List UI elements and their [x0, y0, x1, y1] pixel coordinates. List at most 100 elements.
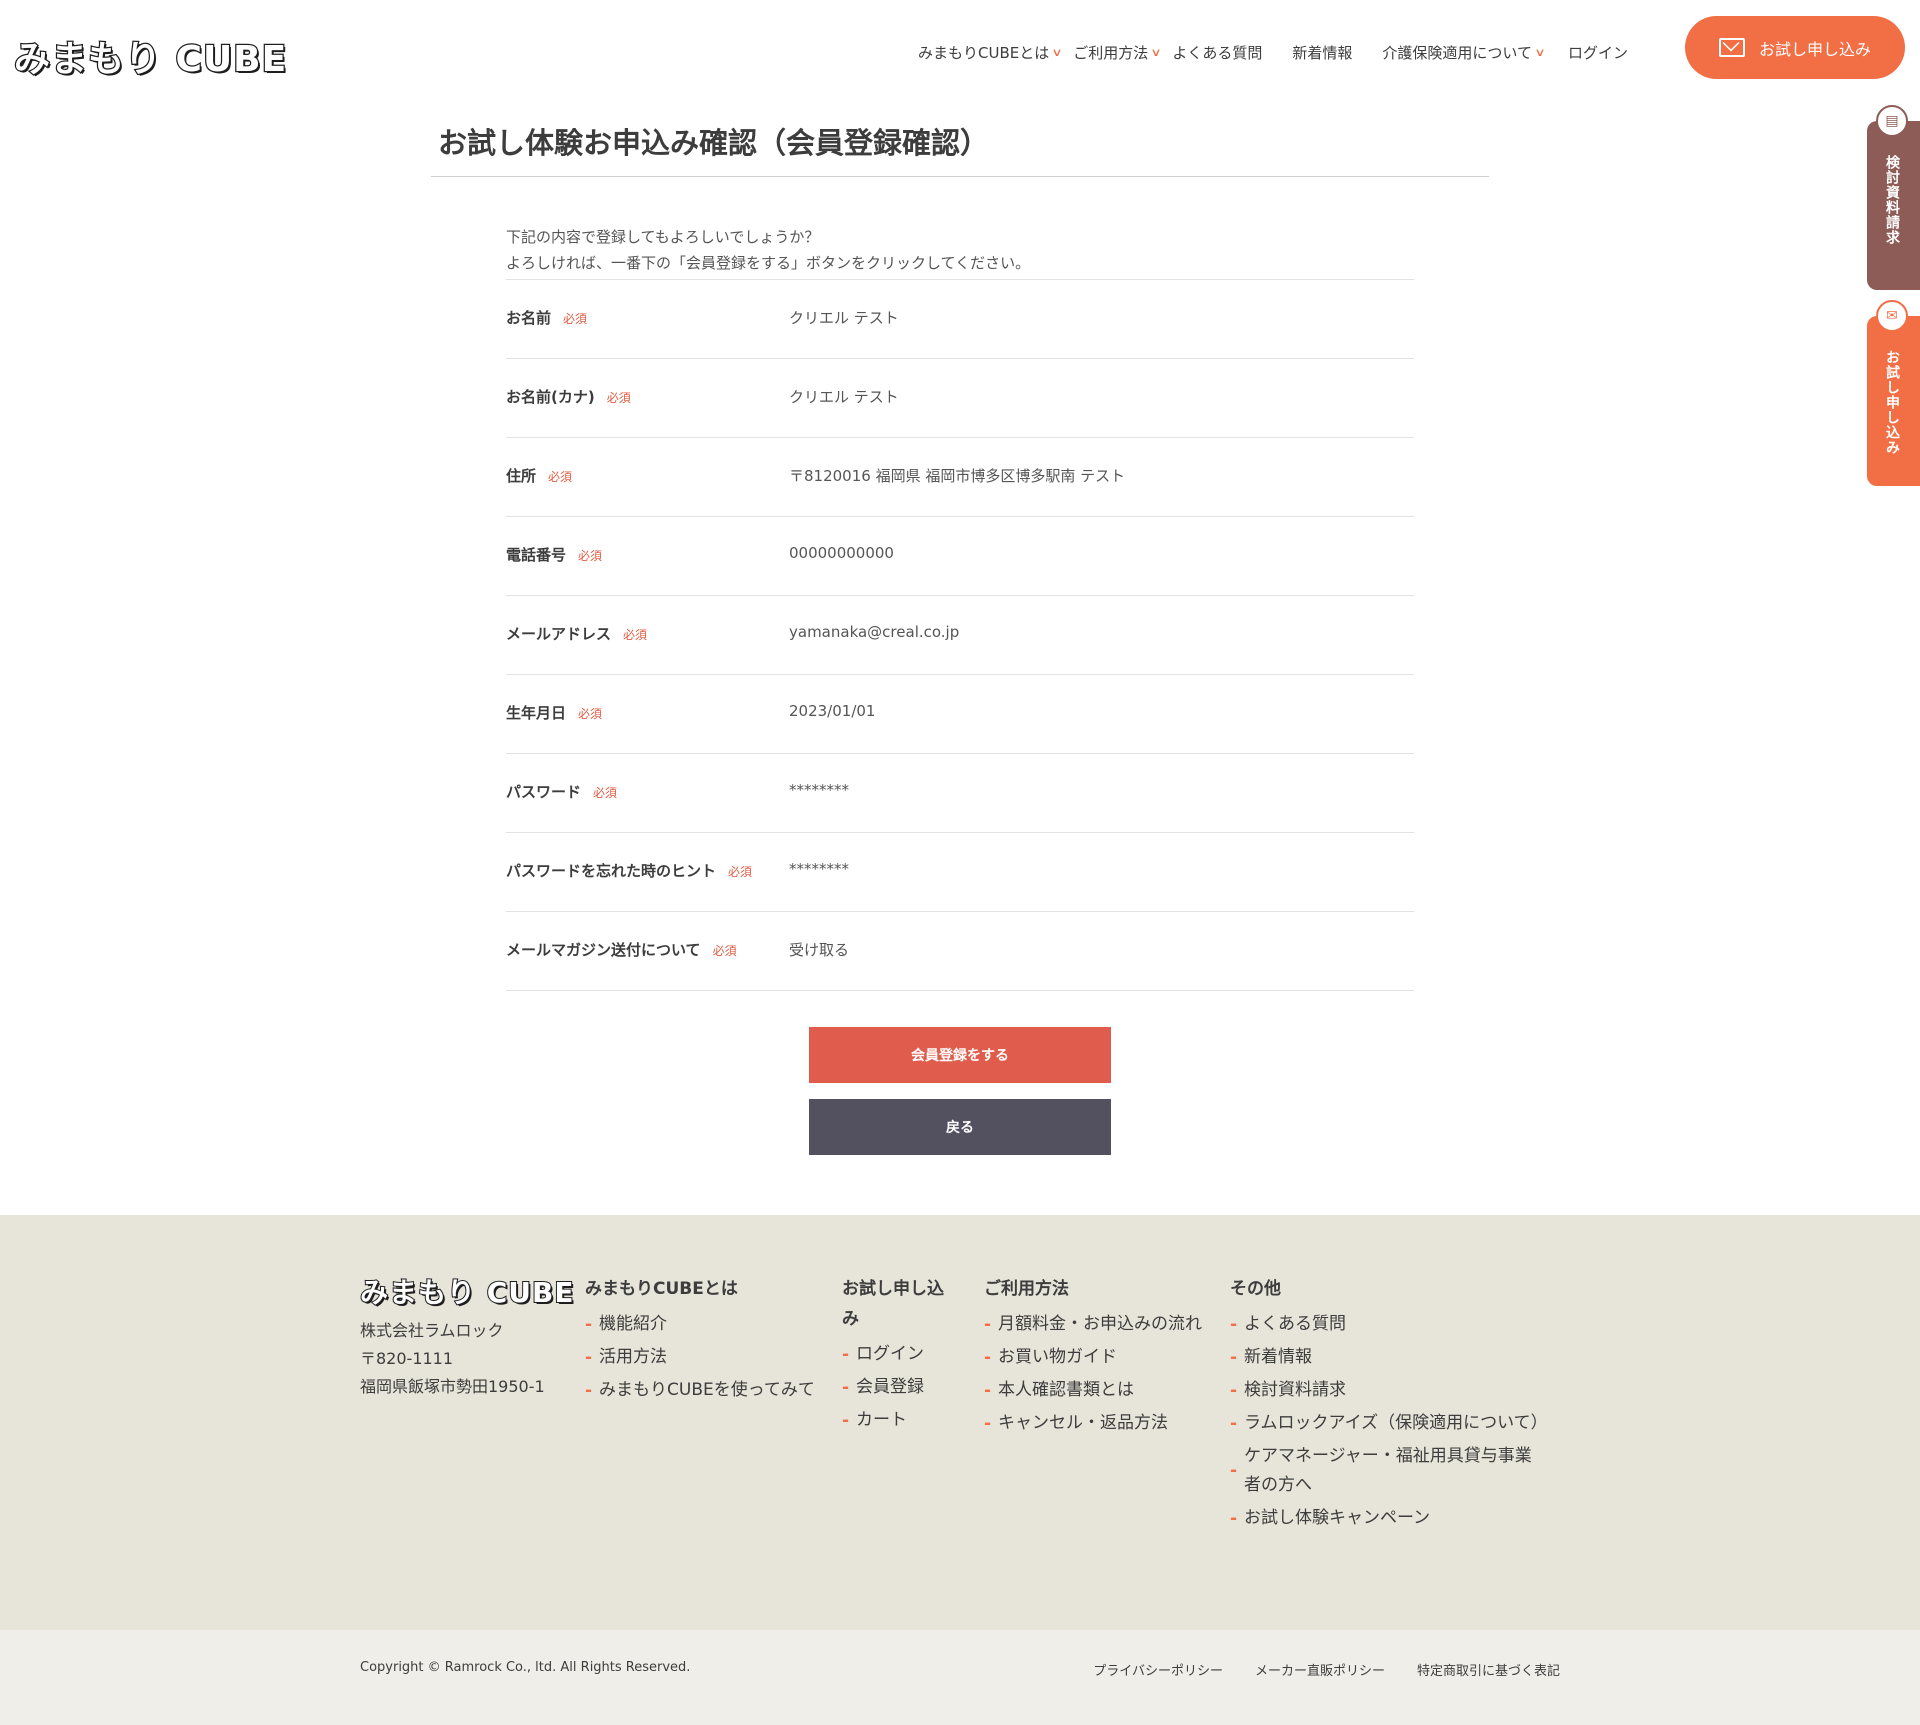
footer-link[interactable]: ログイン — [842, 1340, 960, 1369]
mail-icon: ✉ — [1876, 300, 1908, 332]
field-label: メールマガジン送付について 必須 — [506, 941, 737, 959]
field-value: ******** — [789, 860, 849, 878]
footer-col-usage: ご利用方法 月額料金・お申込みの流れ お買い物ガイド 本人確認書類とは キャンセ… — [984, 1274, 1204, 1442]
commercial-law-link[interactable]: 特定商取引に基づく表記 — [1417, 1660, 1560, 1679]
field-value: クリエル テスト — [789, 309, 899, 327]
intro-line: よろしければ、一番下の「会員登録をする」ボタンをクリックしてください。 — [506, 254, 1031, 272]
field-value: yamanaka@creal.co.jp — [789, 623, 960, 641]
company-name: 株式会社ラムロック — [360, 1321, 504, 1340]
footer-col-other: その他 よくある質問 新着情報 検討資料請求 ラムロックアイズ（保険適用について… — [1230, 1274, 1548, 1537]
field-label: 生年月日 必須 — [506, 704, 603, 722]
nav-label: 介護保険適用について — [1382, 44, 1532, 62]
company-postal: 〒820-1111 — [360, 1349, 454, 1368]
back-button[interactable]: 戻る — [809, 1099, 1111, 1155]
footer-link[interactable]: 新着情報 — [1230, 1343, 1540, 1372]
row-password: パスワード 必須 ******** — [506, 754, 1414, 833]
intro-text: 下記の内容で登録してもよろしいでしょうか？ よろしければ、一番下の「会員登録をす… — [506, 224, 1030, 276]
field-label: 電話番号 必須 — [506, 546, 603, 564]
nav-label: ログイン — [1568, 44, 1629, 62]
field-label: メールアドレス 必須 — [506, 625, 648, 643]
row-birthdate: 生年月日 必須 2023/01/01 — [506, 675, 1414, 754]
required-badge: 必須 — [578, 549, 603, 563]
footer-link[interactable]: 活用方法 — [585, 1343, 815, 1372]
field-label: パスワード 必須 — [506, 783, 618, 801]
footer-link[interactable]: 月額料金・お申込みの流れ — [984, 1310, 1204, 1339]
required-badge: 必須 — [548, 470, 573, 484]
field-value: 00000000000 — [789, 544, 894, 562]
trial-apply-label: お試し申し込み — [1758, 39, 1871, 59]
nav-label: よくある質問 — [1172, 44, 1263, 62]
nav-label: 新着情報 — [1292, 44, 1353, 62]
maker-policy-link[interactable]: メーカー直販ポリシー — [1255, 1660, 1385, 1679]
footer-link[interactable]: ラムロックアイズ（保険適用について） — [1230, 1409, 1548, 1438]
footer-link[interactable]: カート — [842, 1406, 960, 1435]
footer-link[interactable]: お買い物ガイド — [984, 1343, 1204, 1372]
side-tab-label: 検討資料請求 — [1884, 155, 1900, 245]
footer-link[interactable]: お試し体験キャンペーン — [1230, 1504, 1540, 1533]
footer-link[interactable]: よくある質問 — [1230, 1310, 1540, 1339]
field-label: 住所 必須 — [506, 467, 573, 485]
legal-links: プライバシーポリシー メーカー直販ポリシー 特定商取引に基づく表記 — [1061, 1660, 1560, 1679]
nav-label: みまもりCUBEとは — [918, 44, 1050, 62]
field-label: お名前(カナ) 必須 — [506, 388, 631, 406]
row-name: お名前 必須 クリエル テスト — [506, 280, 1414, 359]
row-phone: 電話番号 必須 00000000000 — [506, 517, 1414, 596]
footer-col-title: お試し申し込み — [842, 1279, 944, 1329]
field-label: パスワードを忘れた時のヒント 必須 — [506, 862, 753, 880]
footer-link[interactable]: 機能紹介 — [585, 1310, 815, 1339]
mail-icon — [1718, 38, 1745, 57]
footer-link[interactable]: 検討資料請求 — [1230, 1376, 1540, 1405]
nav-item-about[interactable]: みまもりCUBEとは ∨ — [918, 42, 1063, 63]
required-badge: 必須 — [728, 865, 753, 879]
footer-col-title: みまもりCUBEとは — [585, 1279, 738, 1299]
nav-item-news[interactable]: 新着情報 — [1292, 42, 1352, 63]
main-nav: みまもりCUBEとは ∨ ご利用方法 ∨ よくある質問 新着情報 介護保険適用に… — [918, 42, 1658, 63]
field-value: ******** — [789, 781, 849, 799]
required-badge: 必須 — [593, 786, 618, 800]
side-tab-trial-apply[interactable]: ✉ お試し申し込み — [1867, 300, 1920, 486]
document-icon: ▤ — [1876, 105, 1908, 137]
trial-apply-button[interactable]: お試し申し込み — [1685, 16, 1905, 79]
chevron-down-icon: ∨ — [1534, 46, 1546, 59]
row-password-hint: パスワードを忘れた時のヒント 必須 ******** — [506, 833, 1414, 912]
footer-link[interactable]: みまもりCUBEを使ってみて — [585, 1376, 815, 1405]
footer-col-trial: お試し申し込み ログイン 会員登録 カート — [842, 1274, 960, 1439]
footer-link[interactable]: ケアマネージャー・福祉用具貸与事業者の方へ — [1230, 1442, 1540, 1500]
row-name-kana: お名前(カナ) 必須 クリエル テスト — [506, 359, 1414, 438]
field-label: お名前 必須 — [506, 309, 588, 327]
nav-item-insurance[interactable]: 介護保険適用について ∨ — [1382, 42, 1546, 63]
nav-label: ご利用方法 — [1073, 44, 1149, 62]
required-badge: 必須 — [712, 944, 737, 958]
nav-item-faq[interactable]: よくある質問 — [1172, 42, 1262, 63]
side-tab-document-request[interactable]: ▤ 検討資料請求 — [1867, 105, 1920, 290]
nav-item-login[interactable]: ログイン — [1568, 42, 1628, 63]
footer-link[interactable]: 会員登録 — [842, 1373, 960, 1402]
company-address: 福岡県飯塚市勢田1950-1 — [360, 1377, 545, 1396]
required-badge: 必須 — [563, 312, 588, 326]
field-value: 2023/01/01 — [789, 702, 876, 720]
confirmation-table: お名前 必須 クリエル テスト お名前(カナ) 必須 クリエル テスト 住所 必須 〒… — [506, 279, 1414, 991]
side-tab-label: お試し申し込み — [1884, 350, 1900, 455]
required-badge: 必須 — [578, 707, 603, 721]
chevron-down-icon: ∨ — [1051, 46, 1063, 59]
row-email: メールアドレス 必須 yamanaka@creal.co.jp — [506, 596, 1414, 675]
site-logo[interactable]: みまもり CUBE — [13, 30, 288, 82]
required-badge: 必須 — [623, 628, 648, 642]
row-newsletter: メールマガジン送付について 必須 受け取る — [506, 912, 1414, 991]
nav-item-usage[interactable]: ご利用方法 ∨ — [1073, 42, 1162, 63]
site-footer: みまもり CUBE 株式会社ラムロック 〒820-1111 福岡県飯塚市勢田19… — [0, 1215, 1920, 1630]
intro-line: 下記の内容で登録してもよろしいでしょうか？ — [506, 228, 820, 246]
privacy-policy-link[interactable]: プライバシーポリシー — [1093, 1660, 1223, 1679]
footer-col-about: みまもりCUBEとは 機能紹介 活用方法 みまもりCUBEを使ってみて — [585, 1274, 815, 1409]
footer-link[interactable]: 本人確認書類とは — [984, 1376, 1204, 1405]
register-member-button[interactable]: 会員登録をする — [809, 1027, 1111, 1083]
footer-logo[interactable]: みまもり CUBE — [359, 1271, 575, 1311]
footer-col-title: その他 — [1230, 1279, 1281, 1299]
field-value: 受け取る — [789, 941, 850, 959]
chevron-down-icon: ∨ — [1150, 46, 1162, 59]
title-divider — [431, 176, 1489, 177]
footer-link[interactable]: キャンセル・返品方法 — [984, 1409, 1204, 1438]
footer-bottom-bar: Copyright © Ramrock Co., ltd. All Rights… — [0, 1630, 1920, 1725]
site-header: みまもり CUBE みまもりCUBEとは ∨ ご利用方法 ∨ よくある質問 新着… — [0, 0, 1920, 100]
field-value: クリエル テスト — [789, 388, 899, 406]
